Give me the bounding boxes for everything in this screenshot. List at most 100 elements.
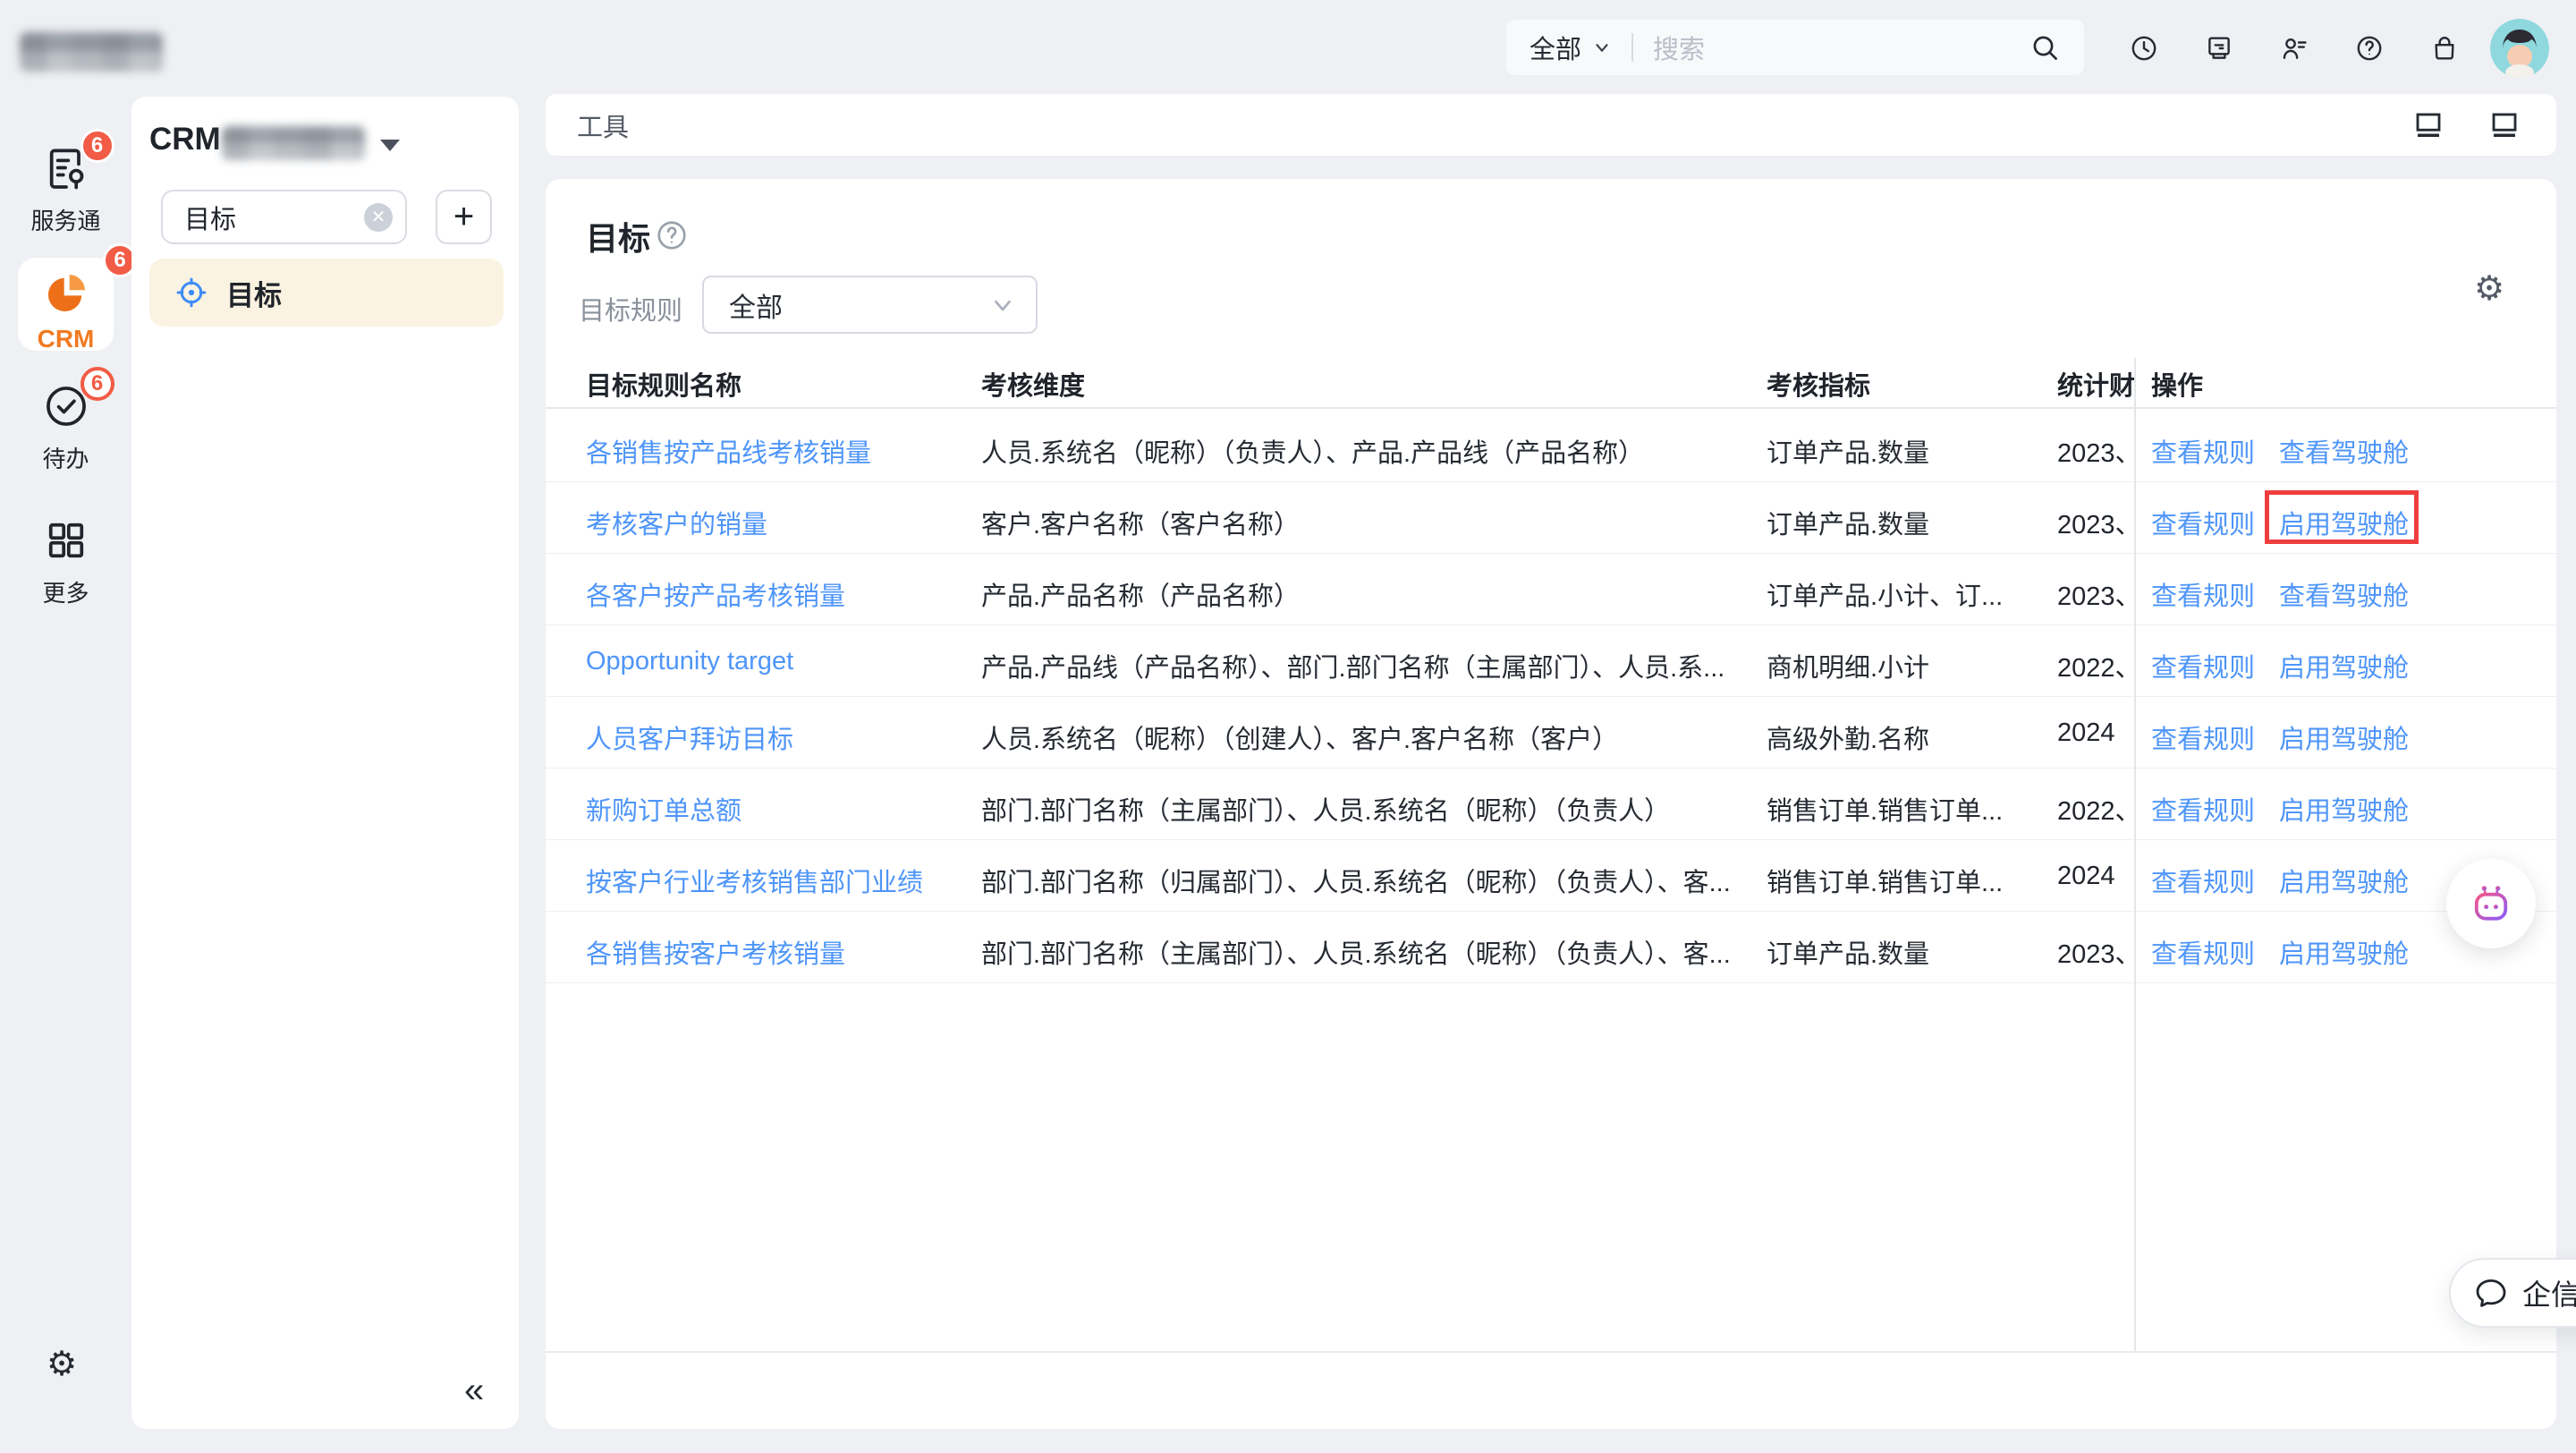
- col-header-name: 目标规则名称: [586, 365, 741, 403]
- badge-count: 6: [80, 129, 114, 163]
- view-dashboard-link[interactable]: 查看驾驶舱: [2279, 575, 2409, 613]
- view-rule-link[interactable]: 查看规则: [2151, 790, 2255, 828]
- rule-name-link[interactable]: 各销售按客户考核销量: [586, 933, 970, 971]
- sidebar-search-value: 目标: [184, 199, 364, 236]
- window-icon[interactable]: [2488, 109, 2521, 141]
- sidebar-search-input[interactable]: 目标 ✕: [161, 190, 407, 244]
- rail-item-label: 待办: [0, 441, 131, 474]
- table-row: 新购订单总额 部门.部门名称（主属部门）、人员.系统名（昵称）（负责人） 销售订…: [546, 769, 2556, 840]
- rule-name-link[interactable]: 新购订单总额: [586, 790, 970, 828]
- view-rule-link[interactable]: 查看规则: [2151, 933, 2255, 971]
- enable-dashboard-link[interactable]: 启用驾驶舱: [2279, 933, 2409, 971]
- target-icon: [174, 276, 208, 310]
- rule-name-link[interactable]: 人员客户拜访目标: [586, 718, 970, 756]
- enable-dashboard-link[interactable]: 启用驾驶舱: [2279, 862, 2409, 899]
- rule-name-link[interactable]: 考核客户的销量: [586, 504, 970, 541]
- enable-dashboard-link[interactable]: 启用驾驶舱: [2279, 718, 2409, 756]
- rule-name-link[interactable]: Opportunity target: [586, 647, 970, 676]
- enable-dashboard-link[interactable]: 启用驾驶舱: [2279, 790, 2409, 828]
- inbox-icon[interactable]: [2204, 33, 2234, 64]
- global-search[interactable]: 全部 搜索: [1506, 20, 2084, 75]
- grid-more-icon: [41, 515, 91, 565]
- tab-tools[interactable]: 工具: [577, 94, 629, 156]
- fiscal-year-cell: 2023、: [2057, 432, 2134, 470]
- rail-item-todo[interactable]: 6 待办: [0, 381, 131, 474]
- rail-item-service[interactable]: 6 服务通: [0, 143, 131, 236]
- chat-button-label: 企信: [2522, 1272, 2576, 1313]
- rail-item-label: 服务通: [0, 203, 131, 236]
- rail-item-label: 更多: [0, 575, 131, 608]
- divider: [1631, 33, 1633, 62]
- view-rule-link[interactable]: 查看规则: [2151, 504, 2255, 541]
- table-row: 各销售按客户考核销量 部门.部门名称（主属部门）、人员.系统名（昵称）（负责人）…: [546, 912, 2556, 983]
- tool-tab-bar: 工具: [546, 94, 2556, 156]
- fiscal-year-cell: 2023、: [2057, 575, 2134, 613]
- table-row: Opportunity target 产品.产品线（产品名称）、部门.部门名称（…: [546, 625, 2556, 697]
- company-logo: [20, 32, 163, 72]
- search-scope-select[interactable]: 全部: [1530, 29, 1581, 66]
- dimension-cell: 产品.产品名称（产品名称）: [981, 575, 1750, 613]
- redacted-subtitle: [222, 126, 365, 160]
- table-row: 各销售按产品线考核销量 人员.系统名（昵称）（负责人）、产品.产品线（产品名称）…: [546, 411, 2556, 482]
- rail-item-crm-active[interactable]: 6 CRM: [18, 258, 114, 351]
- table-row: 各客户按产品考核销量 产品.产品名称（产品名称） 订单产品.小计、订... 20…: [546, 554, 2556, 625]
- metric-cell: 订单产品.数量: [1767, 504, 2051, 541]
- view-rule-link[interactable]: 查看规则: [2151, 575, 2255, 613]
- rule-name-link[interactable]: 各客户按产品考核销量: [586, 575, 970, 613]
- chat-bubble-icon: [2472, 1274, 2510, 1312]
- top-bar: 全部 搜索: [0, 0, 2576, 97]
- dimension-cell: 产品.产品线（产品名称）、部门.部门名称（主属部门）、人员.系...: [981, 647, 1750, 684]
- search-icon[interactable]: [2029, 31, 2061, 64]
- dropdown-value: 全部: [729, 285, 989, 325]
- add-button[interactable]: +: [436, 190, 492, 244]
- view-rule-link[interactable]: 查看规则: [2151, 862, 2255, 899]
- enable-dashboard-link[interactable]: 启用驾驶舱: [2279, 647, 2409, 684]
- ai-assistant-button[interactable]: [2446, 859, 2536, 948]
- metric-cell: 销售订单.销售订单...: [1767, 862, 2051, 899]
- col-header-year: 统计财: [2057, 365, 2134, 403]
- view-dashboard-link[interactable]: 查看驾驶舱: [2279, 432, 2409, 470]
- fiscal-year-cell: 2023、: [2057, 504, 2134, 541]
- view-rule-link[interactable]: 查看规则: [2151, 718, 2255, 756]
- view-rule-link[interactable]: 查看规则: [2151, 432, 2255, 470]
- help-icon[interactable]: [655, 218, 689, 252]
- rule-filter-dropdown[interactable]: 全部: [702, 276, 1038, 334]
- dimension-cell: 部门.部门名称（归属部门）、人员.系统名（昵称）（负责人）、客...: [981, 862, 1750, 899]
- fiscal-year-cell: 2024: [2057, 718, 2134, 748]
- col-header-metric: 考核指标: [1767, 365, 1870, 403]
- bag-icon[interactable]: [2429, 33, 2460, 64]
- rule-name-link[interactable]: 各销售按产品线考核销量: [586, 432, 970, 470]
- collapse-sidebar-button[interactable]: «: [464, 1371, 484, 1411]
- contacts-icon[interactable]: [2279, 33, 2309, 64]
- window-icon[interactable]: [2412, 109, 2445, 141]
- table-footer-divider: [546, 1351, 2556, 1353]
- caret-down-icon[interactable]: [380, 140, 400, 151]
- goal-panel: 目标 目标规则 全部 ⚙ 目标规则名称 考核维度 考核指标 统计财 操作 各销售…: [546, 179, 2556, 1429]
- page-title: 目标: [586, 213, 650, 259]
- history-icon[interactable]: [2129, 33, 2159, 64]
- search-input[interactable]: 搜索: [1653, 29, 1705, 66]
- table-row: 考核客户的销量 客户.客户名称（客户名称） 订单产品.数量 2023、 查看规则…: [546, 482, 2556, 554]
- help-icon[interactable]: [2354, 33, 2385, 64]
- fiscal-year-cell: 2023、: [2057, 933, 2134, 971]
- settings-gear-icon[interactable]: ⚙: [47, 1347, 77, 1381]
- user-avatar[interactable]: [2490, 19, 2549, 78]
- view-rule-link[interactable]: 查看规则: [2151, 647, 2255, 684]
- dimension-cell: 人员.系统名（昵称）（负责人）、产品.产品线（产品名称）: [981, 432, 1750, 470]
- metric-cell: 订单产品.数量: [1767, 933, 2051, 971]
- crm-pie-icon: [41, 268, 91, 319]
- sidebar-item-goal[interactable]: 目标: [149, 259, 504, 327]
- qixin-chat-button[interactable]: 企信: [2449, 1258, 2576, 1328]
- metric-cell: 订单产品.数量: [1767, 432, 2051, 470]
- sidebar-item-label: 目标: [226, 273, 282, 313]
- clear-icon[interactable]: ✕: [364, 203, 393, 232]
- dimension-cell: 人员.系统名（昵称）（创建人）、客户.客户名称（客户）: [981, 718, 1750, 756]
- rail-item-more[interactable]: 更多: [0, 515, 131, 608]
- rule-name-link[interactable]: 按客户行业考核销售部门业绩: [586, 862, 970, 899]
- table-settings-icon[interactable]: ⚙: [2474, 272, 2504, 306]
- col-header-dims: 考核维度: [981, 365, 1085, 403]
- robot-icon: [2467, 879, 2515, 928]
- table-header: 目标规则名称 考核维度 考核指标 统计财 操作: [546, 358, 2556, 409]
- highlight-annotation-box: [2265, 490, 2419, 544]
- metric-cell: 商机明细.小计: [1767, 647, 2051, 684]
